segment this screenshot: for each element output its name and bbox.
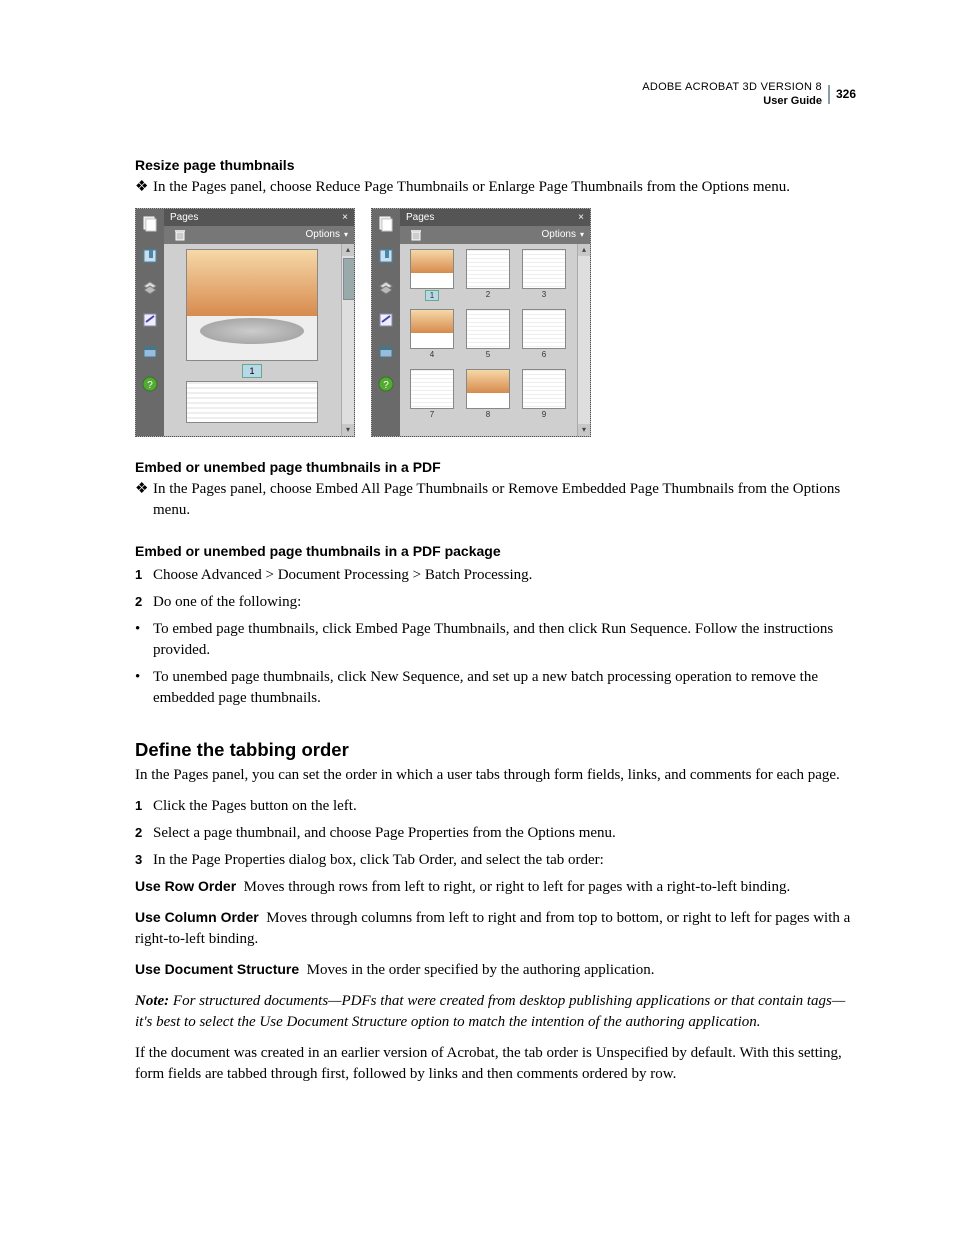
step-number: 1 (135, 565, 153, 586)
page-thumbnail[interactable] (411, 310, 453, 348)
nav-rail: ? (372, 209, 400, 436)
step-number: 3 (135, 850, 153, 871)
page-label[interactable]: 9 (538, 410, 550, 419)
bullet-icon: • (135, 667, 153, 709)
scrollbar[interactable]: ▴ ▾ (577, 244, 590, 436)
pages-panel-small: ? Pages × Options ▾ 1 2 3 4 (371, 208, 591, 437)
scroll-down-icon[interactable]: ▾ (342, 424, 354, 436)
pages-panel-figure: ? Pages × Options ▾ 1 (135, 208, 856, 437)
layers-icon[interactable] (377, 279, 395, 297)
row-order-label: Use Row Order (135, 878, 236, 894)
page-label[interactable]: 7 (426, 410, 438, 419)
pages-icon[interactable] (141, 215, 159, 233)
page-header: ADOBE ACROBAT 3D VERSION 8 User Guide 32… (135, 80, 856, 109)
trash-icon[interactable] (410, 229, 422, 241)
svg-text:?: ? (383, 380, 389, 391)
tab-step3: In the Page Properties dialog box, click… (153, 850, 604, 871)
help-icon[interactable]: ? (141, 375, 159, 393)
page-number: 326 (828, 85, 856, 105)
trash-icon[interactable] (174, 229, 186, 241)
page-thumbnail[interactable] (467, 250, 509, 288)
page-thumbnail[interactable] (411, 250, 453, 288)
page-thumbnail[interactable] (187, 250, 317, 360)
page-thumbnail[interactable] (523, 310, 565, 348)
diamond-icon: ❖ (135, 177, 153, 198)
scrollbar[interactable]: ▴ ▾ (341, 244, 354, 436)
col-order-label: Use Column Order (135, 909, 259, 925)
page-label[interactable]: 1 (425, 290, 439, 301)
bullet-icon: • (135, 619, 153, 661)
page-label[interactable]: 4 (426, 350, 438, 359)
page-label[interactable]: 5 (482, 350, 494, 359)
pkg-bullet1: To embed page thumbnails, click Embed Pa… (153, 619, 856, 661)
pages-icon[interactable] (377, 215, 395, 233)
page-label[interactable]: 2 (482, 290, 494, 299)
page-thumbnail[interactable] (187, 382, 317, 422)
embed-pdf-text: In the Pages panel, choose Embed All Pag… (153, 479, 856, 521)
bookmarks-icon[interactable] (141, 247, 159, 265)
nav-rail: ? (136, 209, 164, 436)
signatures-icon[interactable] (377, 311, 395, 329)
resize-text: In the Pages panel, choose Reduce Page T… (153, 177, 790, 198)
signatures-icon[interactable] (141, 311, 159, 329)
pkg-step1: Choose Advanced > Document Processing > … (153, 565, 532, 586)
options-menu[interactable]: Options (306, 229, 340, 240)
step-number: 2 (135, 823, 153, 844)
header-product: ADOBE ACROBAT 3D VERSION 8 (642, 80, 822, 94)
page-thumbnail[interactable] (467, 370, 509, 408)
close-icon[interactable]: × (578, 212, 584, 223)
panel-title: Pages (170, 212, 198, 223)
tab-step1: Click the Pages button on the left. (153, 796, 357, 817)
tab-step2: Select a page thumbnail, and choose Page… (153, 823, 616, 844)
doc-structure-label: Use Document Structure (135, 961, 299, 977)
header-subtitle: User Guide (642, 94, 822, 108)
pkg-step2: Do one of the following: (153, 592, 301, 613)
note-label: Note: (135, 993, 169, 1009)
bookmarks-icon[interactable] (377, 247, 395, 265)
svg-text:?: ? (147, 380, 153, 391)
doc-structure-text: Moves in the order specified by the auth… (307, 962, 655, 978)
options-menu[interactable]: Options (542, 229, 576, 240)
layers-icon[interactable] (141, 279, 159, 297)
tabbing-intro: In the Pages panel, you can set the orde… (135, 765, 856, 786)
diamond-icon: ❖ (135, 479, 153, 521)
step-number: 1 (135, 796, 153, 817)
page-thumbnail[interactable] (467, 310, 509, 348)
heading-embed-pkg: Embed or unembed page thumbnails in a PD… (135, 543, 856, 559)
heading-tabbing: Define the tabbing order (135, 739, 856, 761)
scroll-down-icon[interactable]: ▾ (578, 424, 590, 436)
chevron-down-icon[interactable]: ▾ (580, 230, 584, 239)
attachments-icon[interactable] (141, 343, 159, 361)
help-icon[interactable]: ? (377, 375, 395, 393)
page-thumbnail[interactable] (411, 370, 453, 408)
heading-resize: Resize page thumbnails (135, 157, 856, 173)
step-number: 2 (135, 592, 153, 613)
chevron-down-icon[interactable]: ▾ (344, 230, 348, 239)
pages-panel-large: ? Pages × Options ▾ 1 (135, 208, 355, 437)
attachments-icon[interactable] (377, 343, 395, 361)
panel-title: Pages (406, 212, 434, 223)
page-label-1[interactable]: 1 (242, 364, 261, 378)
scroll-thumb[interactable] (343, 258, 354, 300)
scroll-up-icon[interactable]: ▴ (578, 244, 590, 256)
tabbing-final: If the document was created in an earlie… (135, 1043, 856, 1085)
close-icon[interactable]: × (342, 212, 348, 223)
heading-embed-pdf: Embed or unembed page thumbnails in a PD… (135, 459, 856, 475)
note-text: For structured documents—PDFs that were … (135, 993, 845, 1030)
page-label[interactable]: 3 (538, 290, 550, 299)
page-label[interactable]: 8 (482, 410, 494, 419)
pkg-bullet2: To unembed page thumbnails, click New Se… (153, 667, 856, 709)
page-thumbnail[interactable] (523, 250, 565, 288)
page-thumbnail[interactable] (523, 370, 565, 408)
row-order-text: Moves through rows from left to right, o… (244, 879, 791, 895)
scroll-up-icon[interactable]: ▴ (342, 244, 354, 256)
page-label[interactable]: 6 (538, 350, 550, 359)
